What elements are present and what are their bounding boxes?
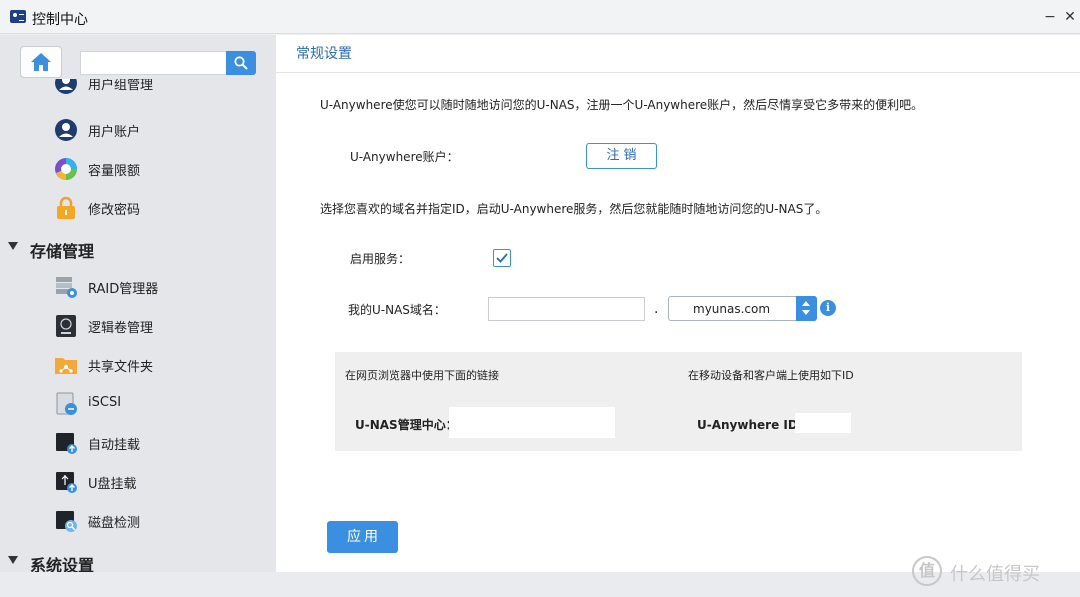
raid-icon xyxy=(54,275,78,299)
arrow-down-icon xyxy=(802,310,810,315)
sidebar-item-label: 自动挂载 xyxy=(88,438,141,453)
sidebar-group-storage[interactable]: 存储管理 xyxy=(0,231,276,267)
sidebar-item-usb-mount[interactable]: U盘挂载 xyxy=(0,464,276,500)
auto-mount-icon xyxy=(54,431,78,455)
sidebar-item-user-groups[interactable]: 用户组管理 xyxy=(0,79,276,101)
control-center-icon xyxy=(10,10,26,23)
sidebar-item-disk-check[interactable]: 磁盘检测 xyxy=(0,503,276,539)
user-group-icon xyxy=(54,79,78,95)
close-button[interactable]: ✕ xyxy=(1062,9,1078,25)
sidebar-item-label: 用户组管理 xyxy=(88,79,154,93)
sidebar-item-user-account[interactable]: 用户账户 xyxy=(0,112,276,148)
sidebar-item-change-password[interactable]: 修改密码 xyxy=(0,190,276,226)
access-info-panel: 在网页浏览器中使用下面的链接 在移动设备和客户端上使用如下ID U-NAS管理中… xyxy=(335,352,1022,451)
lock-icon xyxy=(54,196,78,220)
sidebar-item-raid[interactable]: RAID管理器 xyxy=(0,269,276,305)
home-button[interactable] xyxy=(20,46,62,78)
u-anywhere-id-field xyxy=(795,413,851,433)
management-center-link-field[interactable] xyxy=(449,407,615,438)
sidebar-item-label: RAID管理器 xyxy=(88,282,159,297)
shared-folder-icon xyxy=(54,353,78,377)
search-icon xyxy=(234,56,248,70)
watermark-text: 什么值得买 xyxy=(950,564,1040,585)
search-button[interactable] xyxy=(226,51,256,75)
sidebar-item-shared-folder[interactable]: 共享文件夹 xyxy=(0,347,276,383)
lvm-icon xyxy=(54,314,78,338)
info-icon[interactable]: i xyxy=(820,300,836,316)
enable-service-checkbox[interactable] xyxy=(493,249,511,267)
sidebar-group-label: 系统设置 xyxy=(30,556,95,572)
sidebar-item-label: 磁盘检测 xyxy=(88,516,141,531)
sidebar-item-auto-mount[interactable]: 自动挂载 xyxy=(0,425,276,461)
collapse-triangle-icon[interactable] xyxy=(8,242,18,250)
watermark: 值 什么值得买 xyxy=(912,556,1080,588)
u-anywhere-id-label: U-Anywhere ID： xyxy=(697,418,810,432)
enable-service-label: 启用服务： xyxy=(350,252,411,266)
intro-description: U-Anywhere使您可以随时随地访问您的U-NAS，注册一个U-Anywhe… xyxy=(320,98,924,112)
usb-mount-icon xyxy=(54,470,78,494)
search-input[interactable] xyxy=(80,51,226,75)
sidebar-item-iscsi[interactable]: iSCSI xyxy=(0,386,276,422)
window-titlebar: 控制中心 − ✕ xyxy=(0,0,1080,34)
quota-icon xyxy=(54,157,78,181)
main-panel: 常规设置 U-Anywhere使您可以随时随地访问您的U-NAS，注册一个U-A… xyxy=(276,35,1080,572)
disk-check-icon xyxy=(54,509,78,533)
sidebar-item-label: U盘挂载 xyxy=(88,477,137,492)
service-description: 选择您喜欢的域名并指定ID，启动U-Anywhere服务，然后您就能随时随地访问… xyxy=(320,202,828,216)
domain-label: 我的U-NAS域名： xyxy=(348,303,446,317)
domain-suffix-value: myunas.com xyxy=(693,302,771,316)
account-label: U-Anywhere账户： xyxy=(350,150,459,164)
domain-separator: . xyxy=(654,301,659,317)
sidebar-item-label: 修改密码 xyxy=(88,203,141,218)
sidebar-group-system-settings[interactable]: 系统设置 xyxy=(0,545,276,572)
arrow-up-icon xyxy=(802,301,810,306)
domain-suffix-select[interactable]: myunas.com xyxy=(668,296,817,321)
collapse-triangle-icon[interactable] xyxy=(8,556,18,564)
management-center-label: U-NAS管理中心： xyxy=(355,418,458,432)
sidebar-item-label: 容量限额 xyxy=(88,164,141,179)
apply-button[interactable]: 应用 xyxy=(327,521,398,553)
sidebar: 用户组管理 用户账户 容量限额 修改密码 存储管理 RAID管理器 逻辑卷管理 … xyxy=(0,35,276,572)
mobile-id-heading: 在移动设备和客户端上使用如下ID xyxy=(688,369,854,382)
sidebar-item-quota[interactable]: 容量限额 xyxy=(0,151,276,187)
sidebar-group-label: 存储管理 xyxy=(30,242,95,261)
watermark-badge: 值 xyxy=(912,556,942,586)
sidebar-item-label: 共享文件夹 xyxy=(88,360,154,375)
sidebar-item-label: 用户账户 xyxy=(88,125,141,140)
tab-divider xyxy=(276,72,1080,73)
user-account-icon xyxy=(54,118,78,142)
sidebar-item-lvm[interactable]: 逻辑卷管理 xyxy=(0,308,276,344)
home-icon xyxy=(31,53,51,71)
window-title: 控制中心 xyxy=(32,12,88,28)
browser-link-heading: 在网页浏览器中使用下面的链接 xyxy=(345,369,499,382)
minimize-button[interactable]: − xyxy=(1042,9,1058,25)
iscsi-icon xyxy=(54,392,78,416)
select-arrows[interactable] xyxy=(796,296,817,321)
logout-button[interactable]: 注销 xyxy=(586,143,657,169)
checkmark-icon xyxy=(496,253,508,263)
sidebar-item-label: 逻辑卷管理 xyxy=(88,321,154,336)
domain-input[interactable] xyxy=(488,297,645,321)
sidebar-item-label: iSCSI xyxy=(88,395,122,410)
tab-general-settings[interactable]: 常规设置 xyxy=(296,43,352,63)
